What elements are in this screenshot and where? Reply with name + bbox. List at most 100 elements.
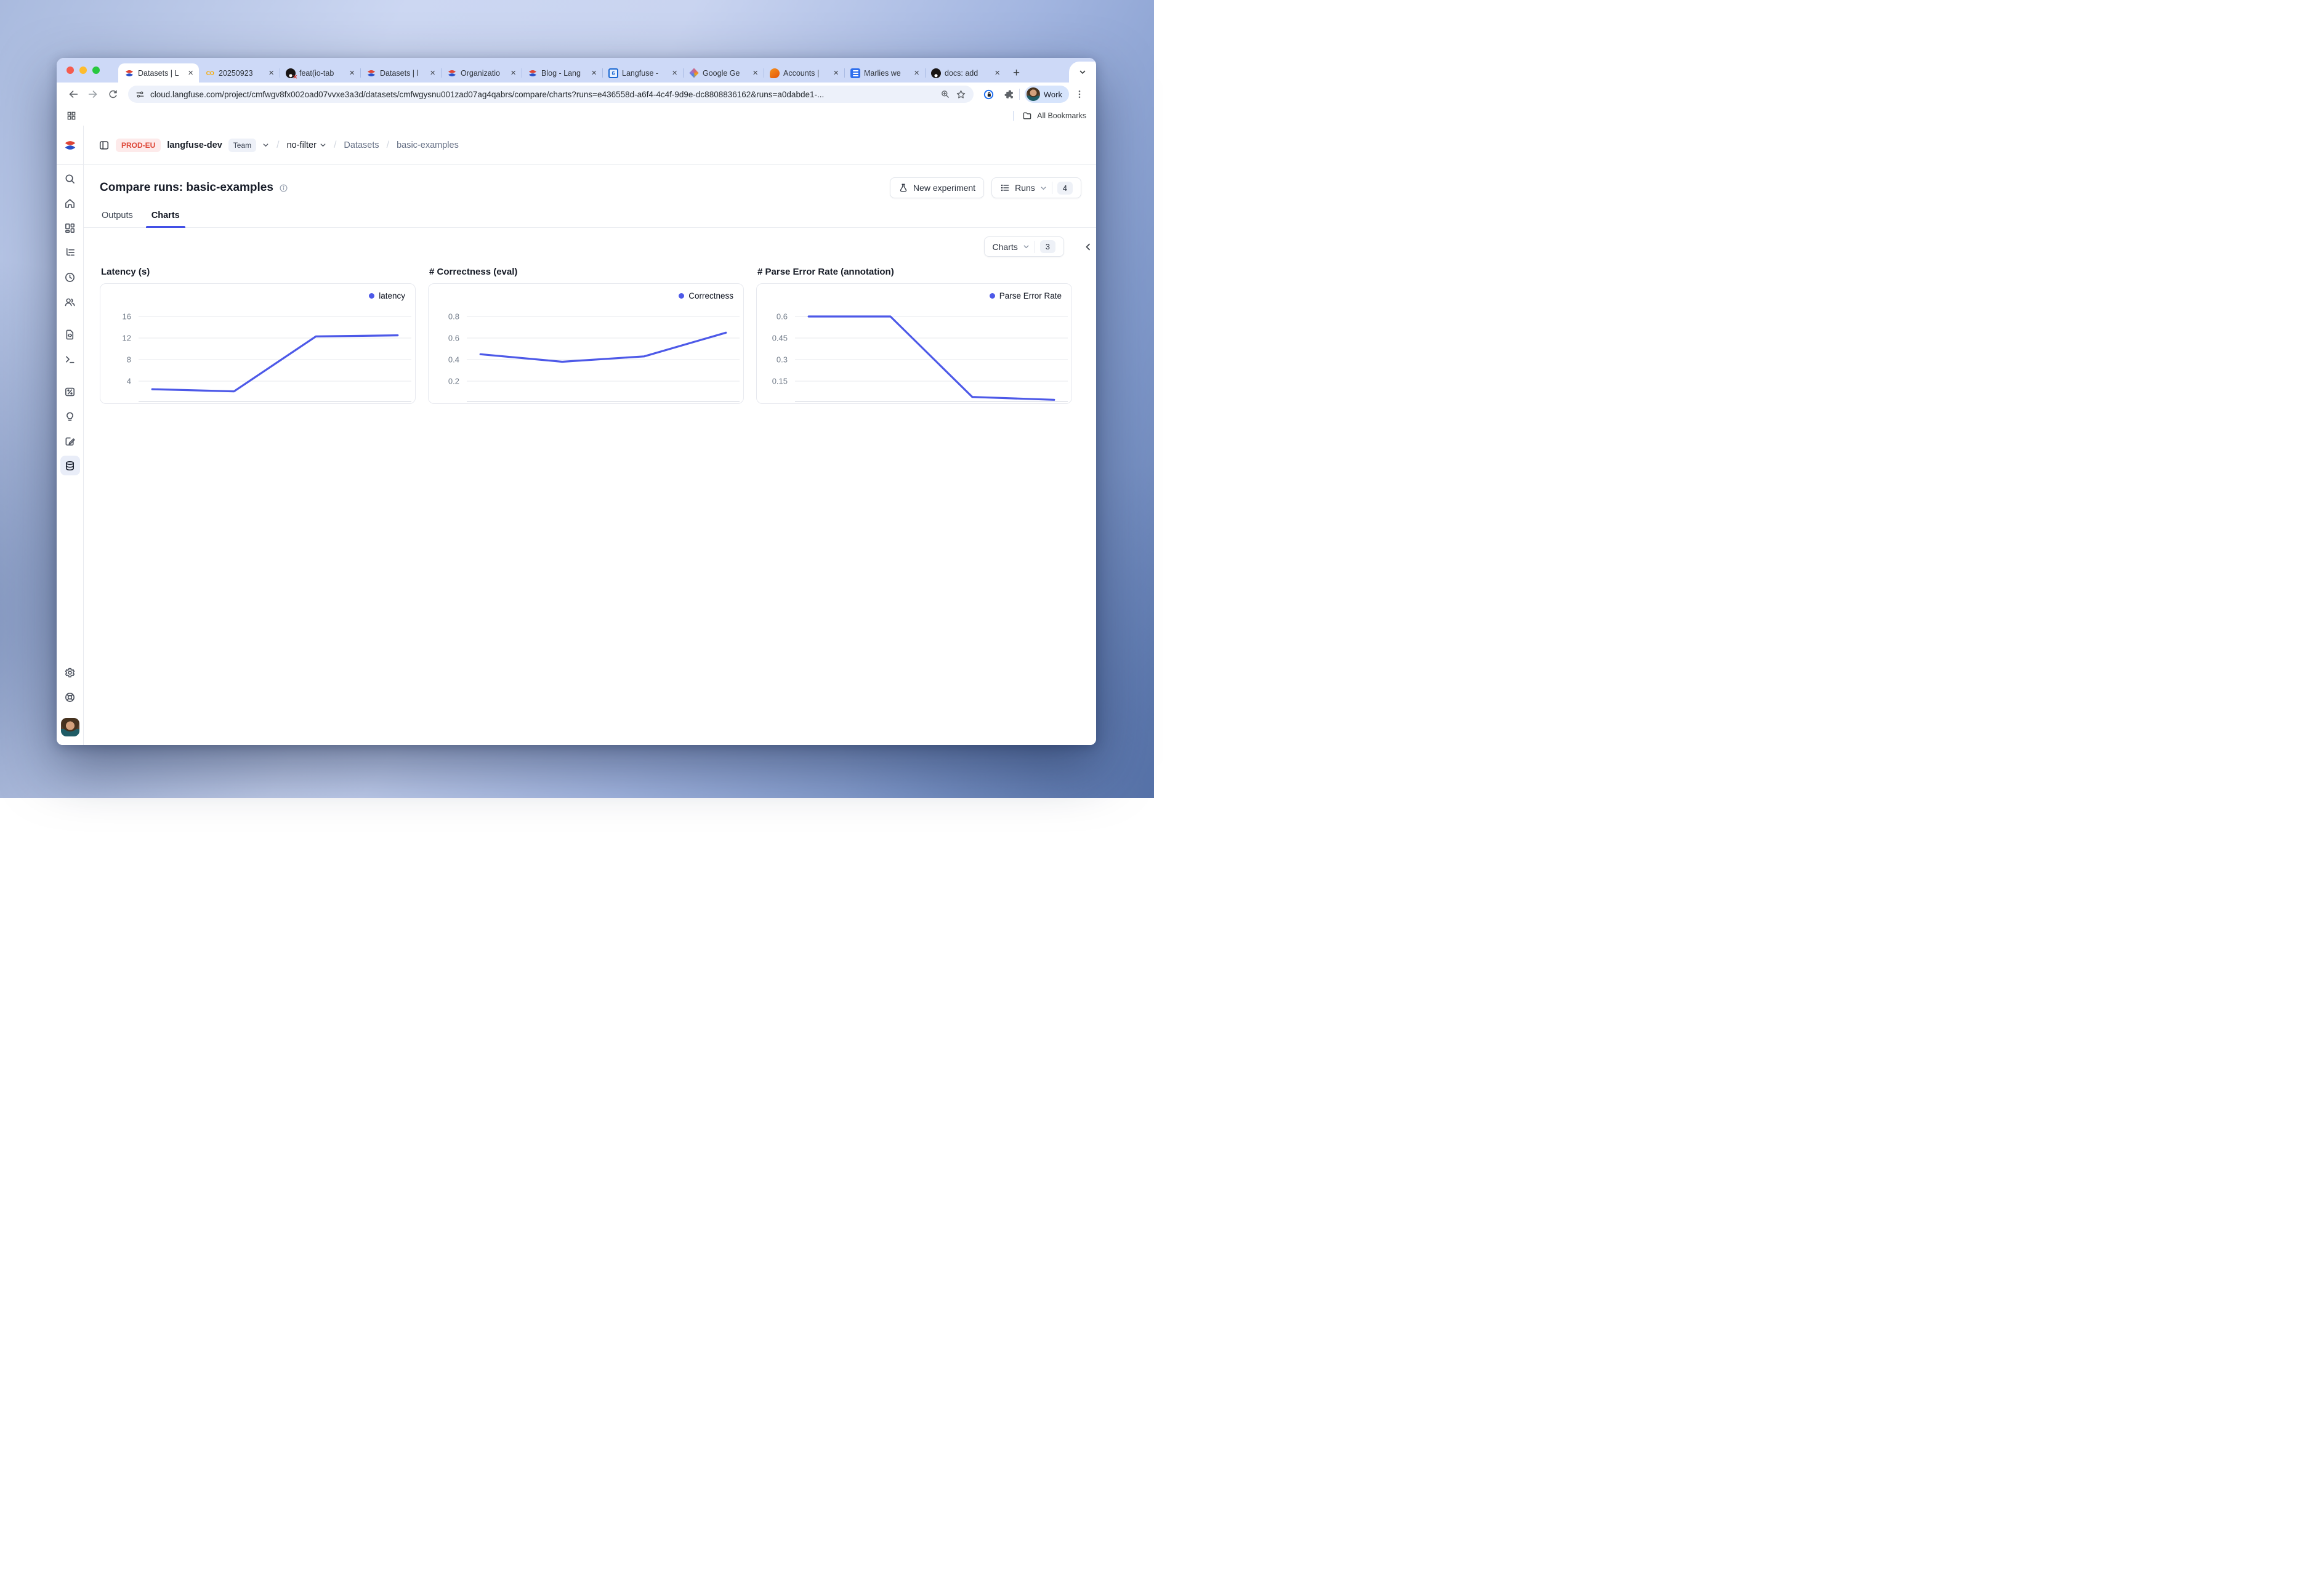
sidebar-item-tracing[interactable] [60, 243, 80, 262]
chart-parse-error-rate: # Parse Error Rate (annotation) Parse Er… [756, 267, 1072, 404]
github-pr-favicon-icon [286, 68, 296, 78]
sidebar-item-dashboards[interactable] [60, 218, 80, 238]
runs-button[interactable]: Runs 4 [991, 177, 1081, 198]
home-icon [64, 198, 76, 209]
sidebar-item-prompts[interactable] [60, 324, 80, 344]
sidebar-item-home[interactable] [60, 193, 80, 213]
browser-tab[interactable]: Accounts |× [764, 63, 844, 83]
aws-favicon-icon [770, 68, 780, 78]
new-experiment-button[interactable]: New experiment [890, 177, 984, 198]
apps-grid-icon[interactable] [67, 111, 76, 121]
info-icon[interactable] [279, 183, 288, 193]
tab-outputs[interactable]: Outputs [101, 206, 134, 227]
profile-name: Work [1044, 90, 1062, 99]
browser-tab[interactable]: Datasets | l× [360, 63, 441, 83]
svg-text:0.45: 0.45 [772, 334, 788, 343]
reload-button[interactable] [103, 85, 122, 103]
tab-close-icon[interactable]: × [751, 68, 759, 78]
browser-tab[interactable]: CO20250923× [199, 63, 280, 83]
svg-text:0.6: 0.6 [777, 312, 788, 321]
browser-tab[interactable]: 6Langfuse -× [602, 63, 683, 83]
charts-selector-button[interactable]: Charts 3 [984, 236, 1064, 257]
svg-text:0.2: 0.2 [448, 377, 459, 386]
org-role-badge[interactable]: Team [228, 139, 256, 152]
insights-icon [64, 411, 76, 422]
browser-tab[interactable]: feat(io-tab× [280, 63, 360, 83]
sidebar-item-playground[interactable] [60, 349, 80, 369]
tab-close-icon[interactable]: × [429, 68, 437, 78]
back-button[interactable] [64, 85, 83, 103]
tab-close-icon[interactable]: × [590, 68, 598, 78]
project-name: no-filter [287, 140, 317, 150]
sidebar-item-users[interactable] [60, 292, 80, 312]
tab-close-icon[interactable]: × [913, 68, 921, 78]
url-text[interactable]: cloud.langfuse.com/project/cmfwgv8fx002o… [150, 90, 935, 99]
site-settings-icon[interactable] [135, 90, 145, 99]
sidebar-item-insights[interactable] [60, 406, 80, 426]
address-bar[interactable]: cloud.langfuse.com/project/cmfwgv8fx002o… [128, 86, 974, 103]
sidebar-item-scores[interactable] [60, 382, 80, 401]
tab-close-icon[interactable]: × [267, 68, 275, 78]
user-avatar[interactable] [61, 718, 79, 736]
browser-tab[interactable]: Organizatio× [441, 63, 522, 83]
tab-close-icon[interactable]: × [509, 68, 517, 78]
tab-search-button[interactable] [1069, 62, 1096, 83]
forward-button[interactable] [84, 85, 102, 103]
all-bookmarks-button[interactable]: All Bookmarks [1013, 111, 1086, 121]
chart-title: # Parse Error Rate (annotation) [757, 267, 1072, 277]
browser-tab[interactable]: docs: add× [925, 63, 1006, 83]
browser-profile-chip[interactable]: Work [1025, 86, 1069, 103]
svg-text:8: 8 [127, 355, 131, 365]
chart-card[interactable]: latency 481216 [100, 283, 416, 404]
tab-close-icon[interactable]: × [187, 68, 195, 78]
langfuse-favicon-icon [366, 68, 376, 78]
sidebar-item-datasets[interactable] [60, 456, 80, 475]
extensions-puzzle-icon[interactable] [999, 85, 1018, 103]
line-chart: 481216 [100, 284, 416, 404]
browser-tab[interactable]: Datasets | L× [118, 63, 199, 83]
breadcrumb-datasets-link[interactable]: Datasets [344, 140, 379, 150]
tab-charts[interactable]: Charts [151, 206, 180, 227]
sidebar-item-support[interactable] [60, 687, 80, 707]
new-experiment-label: New experiment [913, 183, 975, 193]
browser-tab[interactable]: Blog - Lang× [522, 63, 602, 83]
sidebar-items [60, 165, 80, 480]
runs-count-badge: 4 [1057, 182, 1073, 195]
tab-close-icon[interactable]: × [832, 68, 840, 78]
sidebar-toggle-icon[interactable] [99, 140, 110, 151]
org-chevron-down-icon[interactable] [262, 142, 269, 148]
chart-legend: Correctness [679, 291, 733, 300]
sidebar-item-settings[interactable] [60, 663, 80, 682]
settings-icon [64, 667, 76, 679]
view-tabs: Outputs Charts [84, 203, 1096, 228]
minimize-window-button[interactable] [79, 66, 87, 74]
environment-badge[interactable]: PROD-EU [116, 139, 161, 152]
bookmark-star-icon[interactable] [956, 89, 966, 100]
chart-card[interactable]: Correctness 0.20.40.60.8 [428, 283, 744, 404]
browser-tab[interactable]: Google Ge× [683, 63, 764, 83]
tab-close-icon[interactable]: × [348, 68, 356, 78]
browser-menu-kebab-icon[interactable] [1070, 85, 1089, 103]
project-switcher[interactable]: no-filter [287, 140, 326, 150]
list-icon [1000, 183, 1010, 193]
tab-close-icon[interactable]: × [993, 68, 1001, 78]
main-panel: PROD-EU langfuse-dev Team / no-filter [84, 126, 1096, 745]
chart-title: # Correctness (eval) [429, 267, 744, 277]
zoom-window-button[interactable] [92, 66, 100, 74]
collapse-panel-chevron-left-icon[interactable] [1084, 243, 1092, 251]
zoom-level-icon[interactable] [940, 89, 950, 99]
breadcrumb-dataset-name[interactable]: basic-examples [397, 140, 459, 150]
browser-tab[interactable]: Marlies we× [844, 63, 925, 83]
toolbar-divider [1019, 89, 1020, 100]
chart-card[interactable]: Parse Error Rate 0.150.30.450.6 [756, 283, 1072, 404]
sidebar-item-search[interactable] [60, 169, 80, 188]
sidebar-item-sessions[interactable] [60, 267, 80, 287]
sidebar-item-annotation[interactable] [60, 431, 80, 451]
tab-close-icon[interactable]: × [671, 68, 679, 78]
close-window-button[interactable] [67, 66, 74, 74]
langfuse-logo[interactable] [57, 126, 83, 165]
users-icon [64, 296, 76, 308]
password-extension-icon[interactable] [980, 85, 998, 103]
org-name[interactable]: langfuse-dev [167, 140, 222, 150]
new-tab-button[interactable]: + [1006, 63, 1027, 83]
